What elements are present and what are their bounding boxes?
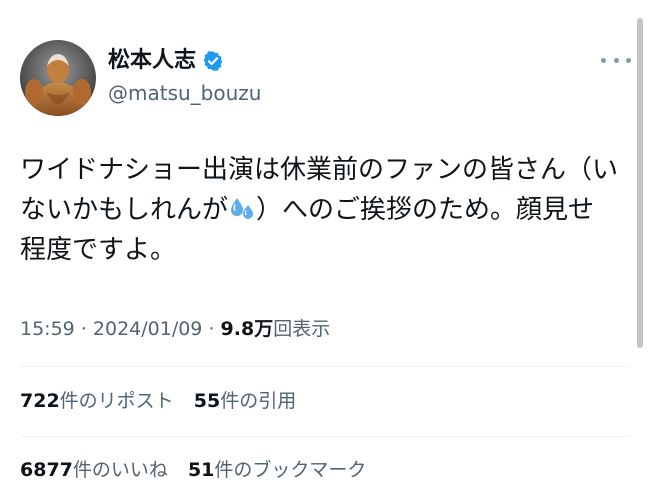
tweet-time[interactable]: 15:59 [20, 318, 75, 340]
divider [20, 436, 630, 437]
view-count-label: 回表示 [273, 318, 331, 340]
repost-stat[interactable]: 722件のリポスト [20, 390, 174, 412]
divider [20, 366, 630, 367]
quote-stat[interactable]: 55件の引用 [194, 390, 296, 412]
like-stat[interactable]: 6877件のいいね [20, 459, 168, 481]
display-name-row[interactable]: 松本人志 [108, 46, 224, 76]
repost-count: 722 [20, 390, 60, 412]
meta-separator: · [202, 318, 221, 340]
quote-count: 55 [193, 390, 221, 412]
bookmark-stat[interactable]: 51件のブックマーク [188, 459, 366, 481]
user-handle[interactable]: @matsu_bouzu [108, 80, 261, 106]
scrollbar[interactable] [637, 18, 643, 348]
bookmark-label: 件のブックマーク [214, 459, 367, 481]
more-dot [601, 57, 606, 63]
repost-label: 件のリポスト [59, 390, 174, 412]
verified-badge-icon [203, 51, 223, 71]
more-dot [626, 57, 631, 63]
bookmark-count: 51 [187, 459, 215, 481]
tweet-meta: 15:59 · 2024/01/09 · 9.8万回表示 [20, 316, 330, 342]
like-count: 6877 [20, 459, 73, 481]
stats-row-likes: 6877件のいいね 51件のブックマーク [20, 457, 380, 483]
more-options-icon[interactable] [601, 50, 631, 70]
view-count: 9.8万 [220, 318, 274, 340]
quote-label: 件の引用 [220, 390, 297, 412]
avatar[interactable] [20, 40, 96, 116]
more-dot [613, 57, 619, 63]
tweet-date[interactable]: 2024/01/09 [93, 318, 203, 340]
avatar-muscle-figure-icon [20, 40, 96, 116]
sweat-droplets-icon [231, 198, 254, 219]
like-label: 件のいいね [72, 459, 168, 481]
tweet-text: ワイドナショー出演は休業前のファンの皆さん（いないかもしれんが ）へのご挨拶のた… [20, 150, 620, 270]
meta-separator: · [74, 318, 93, 340]
display-name[interactable]: 松本人志 [108, 46, 196, 76]
stats-row-reposts: 722件のリポスト 55件の引用 [20, 388, 310, 414]
tweet-page: 松本人志 @matsu_bouzu ワイドナショー出演は休業前のファンの皆さん（… [0, 0, 650, 492]
